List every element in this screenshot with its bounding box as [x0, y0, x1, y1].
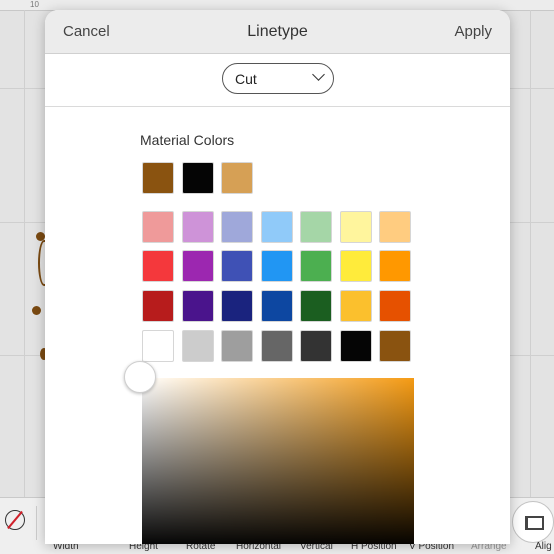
chevron-down-icon	[312, 68, 325, 81]
toolbar-divider	[36, 506, 37, 540]
palette-color-swatch[interactable]	[221, 330, 253, 362]
material-color-swatch[interactable]	[221, 162, 253, 194]
apply-button[interactable]: Apply	[454, 23, 492, 40]
palette-color-swatch[interactable]	[142, 290, 174, 322]
palette-color-swatch[interactable]	[379, 330, 411, 362]
material-colors-title: Material Colors	[140, 132, 235, 148]
palette-color-swatch[interactable]	[260, 211, 293, 243]
color-picker-gradient[interactable]	[142, 378, 414, 544]
palette-color-swatch[interactable]	[379, 290, 411, 322]
palette-color-swatch[interactable]	[300, 211, 332, 243]
palette-color-swatch[interactable]	[339, 290, 372, 322]
palette-color-swatch[interactable]	[339, 211, 372, 243]
palette-color-swatch[interactable]	[221, 250, 253, 282]
palette-color-swatch[interactable]	[379, 211, 411, 243]
grid-line	[24, 10, 25, 498]
linetype-select-row: Cut	[45, 54, 510, 107]
linetype-select[interactable]: Cut	[222, 63, 334, 94]
palette-color-swatch[interactable]	[142, 250, 174, 282]
palette-color-swatch[interactable]	[142, 211, 174, 243]
linetype-dialog: Cancel Linetype Apply Cut Material Color…	[45, 10, 510, 544]
palette-color-swatch[interactable]	[300, 250, 332, 282]
palette-color-swatch[interactable]	[142, 330, 174, 362]
palette-color-swatch[interactable]	[379, 250, 411, 282]
material-color-swatch[interactable]	[142, 162, 174, 194]
palette-color-swatch[interactable]	[221, 290, 253, 322]
toolbar-align[interactable]: Alig	[535, 541, 552, 552]
no-linetype-icon[interactable]	[5, 510, 25, 530]
palette-color-swatch[interactable]	[181, 250, 214, 282]
align-icon[interactable]	[512, 501, 554, 543]
palette-color-swatch[interactable]	[300, 330, 332, 362]
canvas-shape	[32, 306, 41, 315]
palette-color-swatch[interactable]	[300, 290, 332, 322]
palette-color-swatch[interactable]	[339, 250, 372, 282]
color-picker-handle[interactable]	[124, 361, 156, 393]
palette-color-swatch[interactable]	[260, 290, 293, 322]
palette-color-swatch[interactable]	[221, 211, 253, 243]
dialog-header: Cancel Linetype Apply	[45, 10, 510, 54]
palette-color-swatch[interactable]	[260, 250, 293, 282]
palette-color-swatch[interactable]	[339, 330, 372, 362]
linetype-select-value: Cut	[235, 71, 257, 87]
grid-line	[530, 10, 531, 498]
material-color-swatch[interactable]	[181, 162, 214, 194]
palette-color-swatch[interactable]	[260, 330, 293, 362]
palette-color-swatch[interactable]	[181, 211, 214, 243]
dialog-title: Linetype	[247, 23, 308, 40]
palette-color-swatch[interactable]	[181, 330, 214, 362]
palette-color-swatch[interactable]	[181, 290, 214, 322]
ruler-label: 10	[30, 0, 39, 9]
